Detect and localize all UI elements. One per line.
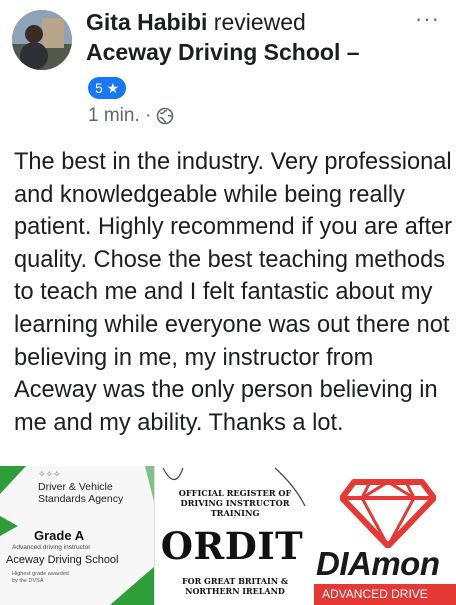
crown-logo: ✧✧✧	[38, 469, 61, 479]
review-verb: reviewed	[213, 9, 306, 35]
reviewed-page-name[interactable]: Aceway Driving School –	[86, 38, 360, 66]
ordit-name: ORDIT	[160, 524, 304, 568]
diamond-advanced-bar: ADVANCED DRIVE	[314, 584, 456, 605]
globe-icon	[157, 107, 174, 125]
diamond-icon	[340, 479, 436, 548]
dvsa-school-name: Aceway Driving School	[6, 554, 119, 566]
rating-badge: 5 ★	[88, 77, 127, 99]
post-header: Gita Habibi reviewed Aceway Driving Scho…	[0, 0, 456, 140]
dvsa-badge: ✧✧✧ Driver & Vehicle Standards Agency Gr…	[0, 466, 155, 605]
ordit-badge: OFFICIAL REGISTER OF DRIVING INSTRUCTOR …	[155, 466, 308, 605]
dvsa-grade: Grade A	[34, 528, 85, 543]
author-line: Gita Habibi reviewed	[86, 8, 306, 36]
author-name[interactable]: Gita Habibi	[86, 9, 207, 35]
ordit-footer: FOR GREAT BRITAIN & NORTHERN IRELAND	[181, 576, 289, 596]
more-options-icon[interactable]: ···	[415, 8, 440, 30]
timestamp[interactable]: 1 min. ·	[88, 104, 151, 128]
avatar-photo	[12, 10, 72, 70]
dvsa-org-name: Driver & Vehicle Standards Agency	[38, 481, 124, 505]
accreditation-badges: ✧✧✧ Driver & Vehicle Standards Agency Gr…	[0, 466, 456, 605]
diamond-name: DIAmon	[316, 545, 440, 582]
diamond-badge: DIAmon ADVANCED DRIVE	[308, 466, 456, 605]
dvsa-note: Highest grade awarded by the DVSA	[12, 571, 69, 584]
avatar[interactable]	[12, 10, 72, 70]
review-text: The best in the industry. Very professio…	[14, 149, 453, 436]
ordit-heading: OFFICIAL REGISTER OF DRIVING INSTRUCTOR …	[178, 488, 292, 518]
post-meta: 1 min. ·	[88, 104, 174, 128]
dvsa-subtitle: Advanced driving instructor	[12, 544, 91, 551]
